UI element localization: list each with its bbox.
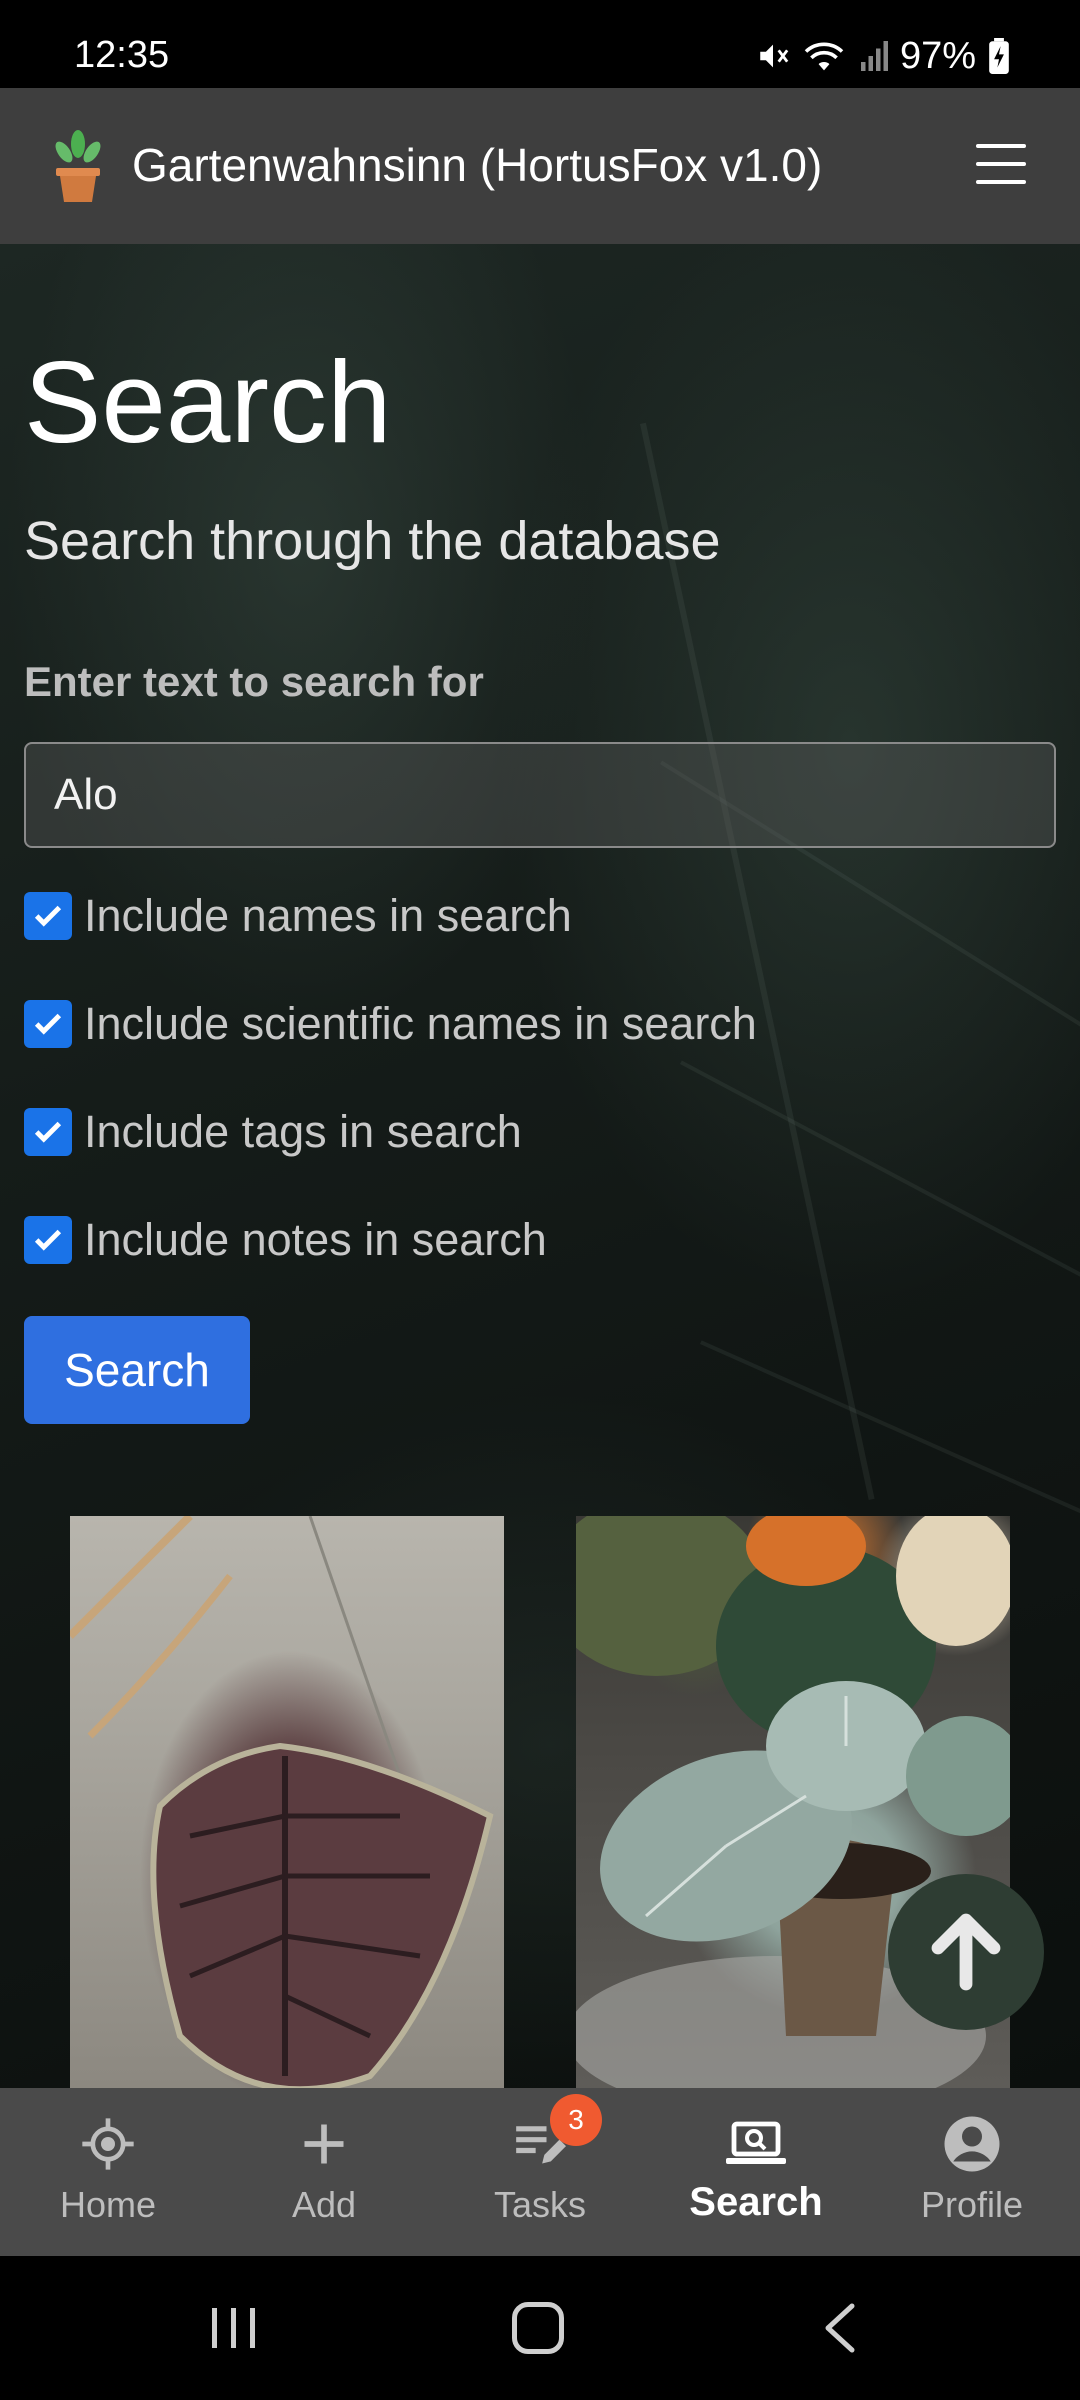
battery-icon	[988, 38, 1010, 74]
search-input[interactable]: Alo	[24, 742, 1056, 848]
nav-add-label: Add	[291, 2184, 357, 2225]
checkbox-notes[interactable]	[24, 1216, 72, 1264]
recents-icon[interactable]	[208, 2306, 260, 2350]
signal-icon	[858, 39, 888, 73]
nav-search-label: Search	[689, 2180, 823, 2224]
mute-icon	[756, 39, 790, 73]
arrow-up-icon	[931, 1913, 1001, 1991]
option-label: Include scientific names in search	[84, 998, 757, 1049]
app-title: Gartenwahnsinn (HortusFox v1.0)	[132, 139, 823, 191]
crosshair-icon	[78, 2116, 138, 2172]
status-bar: 12:35 97%	[0, 0, 1080, 88]
option-label: Include notes in search	[84, 1214, 547, 1265]
bottom-nav: Home Add 3 Tasks Search Profile	[0, 2088, 1080, 2256]
checkbox-names[interactable]	[24, 892, 72, 940]
search-input-label: Enter text to search for	[24, 658, 484, 705]
checkbox-tags[interactable]	[24, 1108, 72, 1156]
check-icon	[34, 1121, 62, 1143]
option-label: Include tags in search	[84, 1106, 522, 1157]
option-tags[interactable]: Include tags in search	[24, 1102, 522, 1162]
back-icon[interactable]	[820, 2302, 860, 2354]
nav-profile-label: Profile	[920, 2184, 1024, 2225]
page-title: Search	[24, 337, 392, 467]
plus-icon	[294, 2116, 354, 2172]
nav-tasks[interactable]: 3 Tasks	[432, 2088, 648, 2256]
home-icon[interactable]	[512, 2302, 564, 2354]
status-time: 12:35	[74, 34, 170, 76]
main-content: Search Search through the database Enter…	[0, 244, 1080, 2088]
wifi-icon	[802, 38, 846, 74]
user-icon	[942, 2116, 1002, 2172]
nav-add[interactable]: Add	[216, 2088, 432, 2256]
page-subtitle: Search through the database	[24, 511, 721, 571]
hamburger-menu-icon[interactable]	[976, 144, 1026, 184]
potted-plant-logo[interactable]	[48, 126, 108, 204]
search-button[interactable]: Search	[24, 1316, 250, 1424]
scroll-to-top-button[interactable]	[888, 1874, 1044, 2030]
system-nav-bar	[0, 2256, 1080, 2400]
laptop-search-icon	[726, 2116, 786, 2172]
app-header: Gartenwahnsinn (HortusFox v1.0)	[0, 88, 1080, 244]
nav-search[interactable]: Search	[648, 2088, 864, 2256]
option-names[interactable]: Include names in search	[24, 886, 572, 946]
nav-profile[interactable]: Profile	[864, 2088, 1080, 2256]
nav-tasks-label: Tasks	[493, 2184, 587, 2225]
option-notes[interactable]: Include notes in search	[24, 1210, 547, 1270]
check-icon	[34, 1013, 62, 1035]
check-icon	[34, 905, 62, 927]
status-icons: 97%	[756, 34, 1010, 78]
nav-home-label: Home	[59, 2184, 157, 2225]
option-label: Include names in search	[84, 890, 572, 941]
checkbox-scientific-names[interactable]	[24, 1000, 72, 1048]
option-scientific-names[interactable]: Include scientific names in search	[24, 994, 757, 1054]
check-icon	[34, 1229, 62, 1251]
nav-home[interactable]: Home	[0, 2088, 216, 2256]
tasks-badge: 3	[550, 2094, 602, 2146]
result-card-1[interactable]	[70, 1516, 504, 2088]
alocasia-dark-leaf-photo	[70, 1516, 494, 2088]
battery-text: 97%	[899, 34, 976, 77]
